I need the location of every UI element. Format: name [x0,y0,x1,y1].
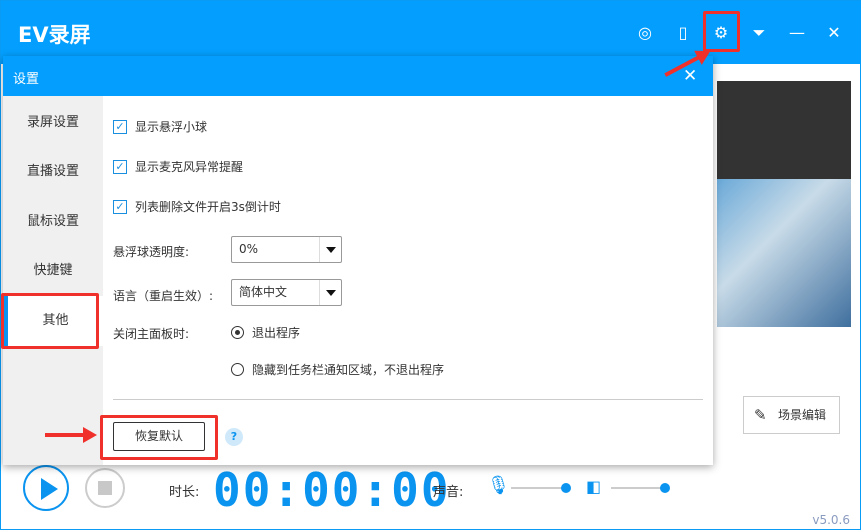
dialog-close-icon[interactable]: ✕ [683,66,697,86]
speaker-icon[interactable]: ◧ [586,477,601,496]
scene-edit-label: 场景编辑 [778,408,827,422]
radio-label: 隐藏到任务栏通知区域，不退出程序 [252,363,445,377]
record-button[interactable] [23,465,69,511]
microphone-icon[interactable]: 🎙 [487,475,510,496]
annotation-box-reset [100,415,218,460]
settings-sidebar: 录屏设置 直播设置 鼠标设置 快捷键 其他 [3,96,103,465]
speaker-volume-knob[interactable] [660,483,670,493]
sidebar-item-hotkeys[interactable]: 快捷键 [3,246,103,296]
stop-button[interactable] [85,468,125,508]
help-icon[interactable]: ? [225,428,243,446]
close-panel-label: 关闭主面板时: [113,327,190,341]
sidebar-item-mouse[interactable]: 鼠标设置 [3,197,103,247]
scene-edit-button[interactable]: ✎ 场景编辑 [743,396,840,434]
opacity-label: 悬浮球透明度: [113,245,190,259]
language-select[interactable]: 简体中文 [231,279,342,306]
timer-display: 00:00:00 [213,463,451,517]
language-value: 简体中文 [239,285,288,299]
speaker-volume-slider[interactable] [611,487,665,489]
opacity-value: 0% [239,242,259,256]
opacity-select[interactable]: 0% [231,236,342,263]
sidebar-item-record[interactable]: 录屏设置 [3,98,103,148]
chevron-down-icon[interactable] [319,280,341,305]
settings-dialog: 设置 ✕ 录屏设置 直播设置 鼠标设置 快捷键 其他 ✓ 显示悬浮小球 ✓ 显示麦克… [3,56,713,465]
edit-icon: ✎ [754,406,767,424]
checkbox-label: 显示麦克风异常提醒 [135,160,244,174]
checkbox-icon[interactable]: ✓ [113,119,127,134]
close-icon[interactable]: ✕ [824,23,844,43]
divider [113,399,703,400]
chevron-down-icon[interactable] [319,237,341,262]
sound-label: 声音: [433,485,464,500]
sidebar-item-live[interactable]: 直播设置 [3,147,103,197]
radio-icon[interactable] [231,326,244,339]
checkbox-label: 列表删除文件开启3s倒计时 [135,200,281,214]
preview-thumbnail [717,179,851,327]
phone-icon[interactable]: ▯ [673,23,693,43]
checkbox-icon[interactable]: ✓ [113,199,127,214]
dropdown-icon[interactable]: ⏷ [749,23,769,43]
radio-exit[interactable]: 退出程序 [231,324,300,341]
annotation-arrow-reset [45,427,97,443]
annotation-box-gear [703,11,740,52]
dialog-title: 设置 [13,72,40,87]
app-title: EV录屏 [18,23,91,47]
user-icon[interactable]: ◎ [635,23,655,43]
radio-icon[interactable] [231,363,244,376]
duration-label: 时长: [169,485,200,500]
checkbox-icon[interactable]: ✓ [113,159,127,174]
checkbox-label: 显示悬浮小球 [135,120,208,134]
dialog-title-bar: 设置 ✕ [3,56,713,96]
radio-label: 退出程序 [252,326,301,340]
checkbox-floating-ball[interactable]: ✓ 显示悬浮小球 [113,118,207,135]
mic-volume-slider[interactable] [511,487,566,489]
minimize-icon[interactable]: — [787,23,807,43]
annotation-box-other [1,293,99,349]
checkbox-mic-alert[interactable]: ✓ 显示麦克风异常提醒 [113,158,243,175]
version-label: v5.0.6 [812,513,850,527]
language-label: 语言（重启生效）: [113,289,214,303]
checkbox-delete-countdown[interactable]: ✓ 列表删除文件开启3s倒计时 [113,198,281,215]
radio-hide-to-tray[interactable]: 隐藏到任务栏通知区域，不退出程序 [231,361,444,378]
mic-volume-knob[interactable] [561,483,571,493]
